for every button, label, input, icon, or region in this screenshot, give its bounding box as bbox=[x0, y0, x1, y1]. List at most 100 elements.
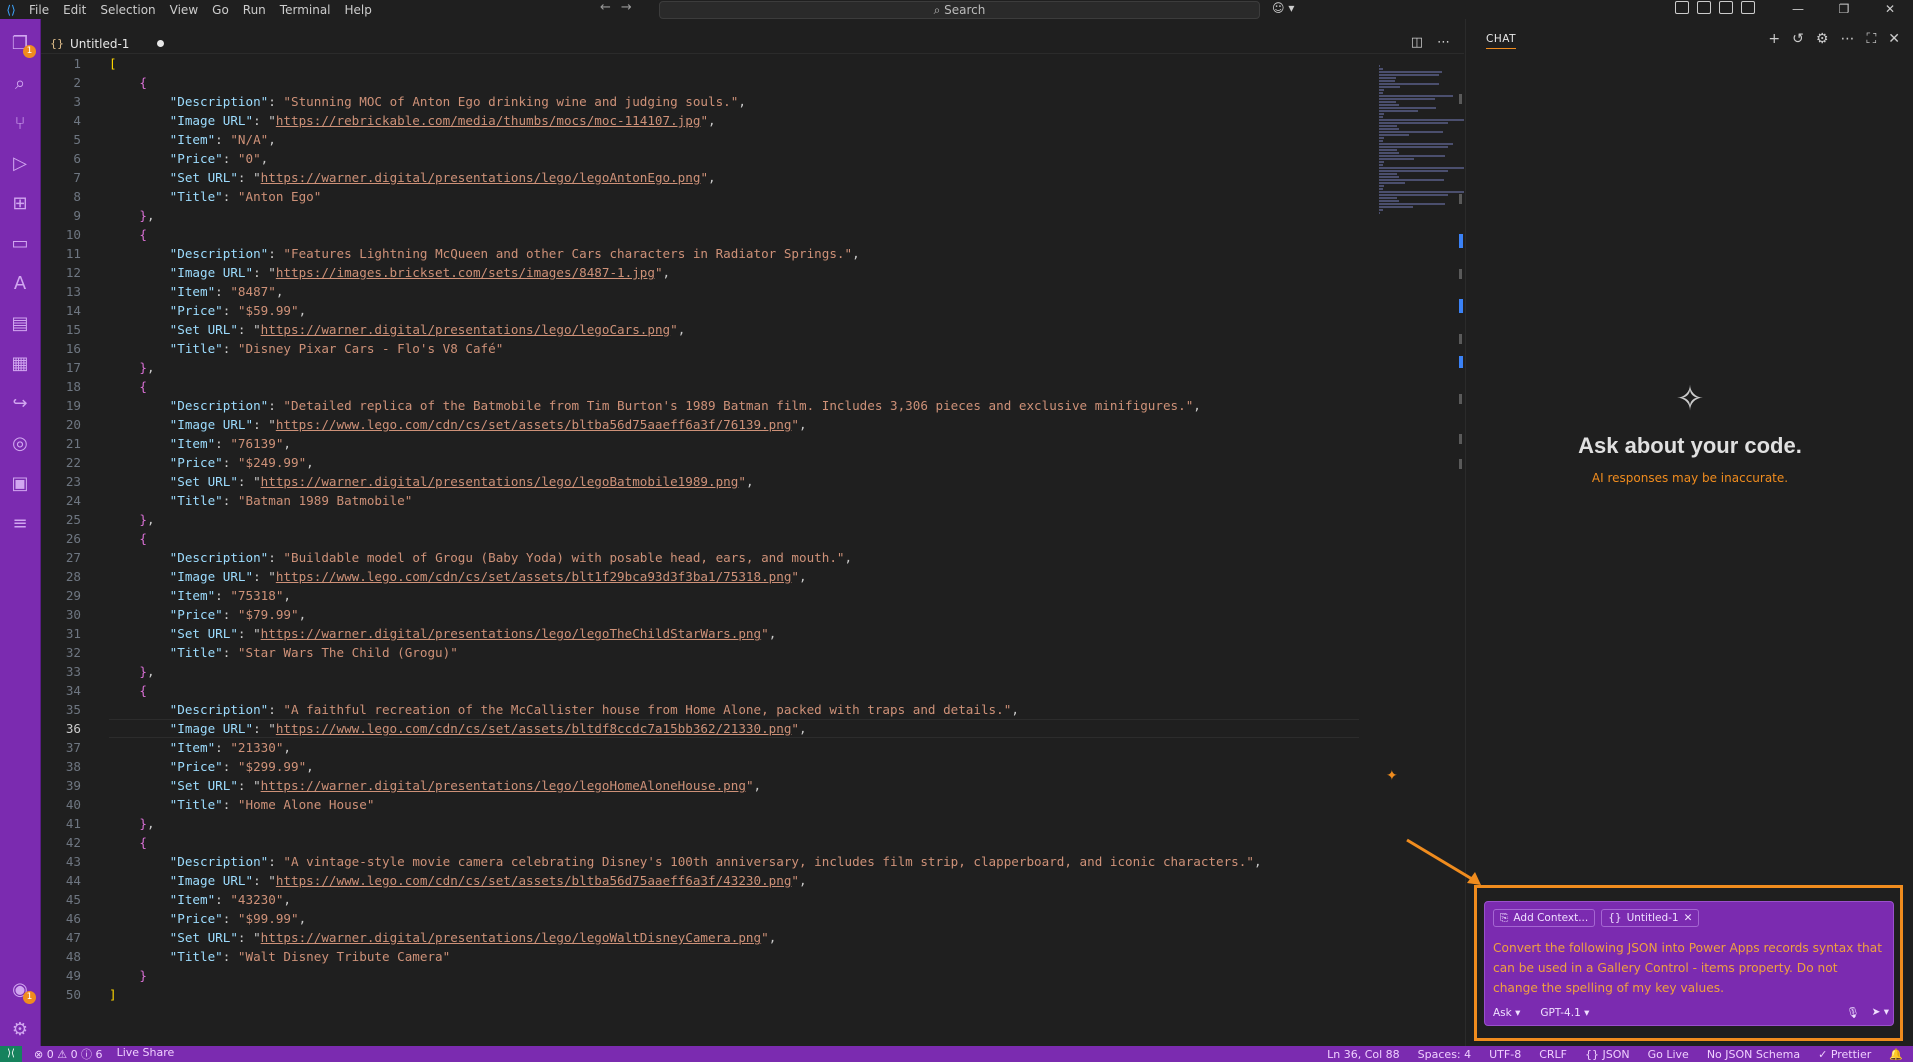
code-line[interactable]: "Price": "0", bbox=[109, 149, 1359, 168]
code-line[interactable]: "Price": "$59.99", bbox=[109, 301, 1359, 320]
maximize-icon[interactable]: ⛶ bbox=[1866, 31, 1876, 47]
php-icon[interactable]: ▦ bbox=[8, 351, 32, 375]
toggle-primary-sidebar-icon[interactable] bbox=[1697, 1, 1711, 14]
go-live-button[interactable]: Go Live bbox=[1648, 1048, 1689, 1061]
code-line[interactable]: { bbox=[109, 377, 1359, 396]
send-icon[interactable]: ➤ ▾ bbox=[1872, 1006, 1889, 1019]
search-view-icon[interactable]: ⌕ bbox=[8, 71, 32, 95]
add-context-button[interactable]: ⎘ Add Context... bbox=[1493, 909, 1596, 927]
problems-indicator[interactable]: ⊗ 0 ⚠ 0 ⓘ 6 bbox=[34, 1046, 103, 1062]
more-actions-icon[interactable]: ⋯ bbox=[1437, 35, 1450, 50]
code-line[interactable]: "Image URL": "https://www.lego.com/cdn/c… bbox=[109, 567, 1359, 586]
code-content[interactable]: [ { "Description": "Stunning MOC of Anto… bbox=[109, 54, 1359, 1004]
chat-tab[interactable]: CHAT bbox=[1486, 33, 1517, 49]
folders-icon[interactable]: ▣ bbox=[8, 471, 32, 495]
code-line[interactable]: "Description": "Buildable model of Grogu… bbox=[109, 548, 1359, 567]
url-link[interactable]: https://www.lego.com/cdn/cs/set/assets/b… bbox=[276, 873, 792, 888]
code-line[interactable]: "Title": "Anton Ego" bbox=[109, 187, 1359, 206]
forward-arrow-icon[interactable]: → bbox=[621, 0, 632, 15]
url-link[interactable]: https://warner.digital/presentations/leg… bbox=[261, 930, 761, 945]
code-line[interactable]: "Image URL": "https://www.lego.com/cdn/c… bbox=[109, 415, 1359, 434]
encoding[interactable]: UTF-8 bbox=[1489, 1048, 1521, 1061]
settings-gear-icon[interactable]: ⚙ bbox=[8, 1017, 32, 1041]
live-share-status[interactable]: Live Share bbox=[117, 1046, 175, 1062]
code-line[interactable]: }, bbox=[109, 206, 1359, 225]
url-link[interactable]: https://images.brickset.com/sets/images/… bbox=[276, 265, 655, 280]
code-line[interactable]: "Set URL": "https://warner.digital/prese… bbox=[109, 928, 1359, 947]
code-line[interactable]: "Item": "75318", bbox=[109, 586, 1359, 605]
code-line[interactable]: { bbox=[109, 681, 1359, 700]
code-line[interactable]: }, bbox=[109, 358, 1359, 377]
remove-attachment-icon[interactable]: ✕ bbox=[1684, 912, 1693, 924]
menu-view[interactable]: View bbox=[163, 3, 205, 17]
accounts-icon[interactable]: ◉ 1 bbox=[8, 977, 36, 1004]
code-line[interactable]: "Set URL": "https://warner.digital/prese… bbox=[109, 472, 1359, 491]
code-line[interactable]: "Set URL": "https://warner.digital/prese… bbox=[109, 776, 1359, 795]
close-chat-icon[interactable]: ✕ bbox=[1888, 31, 1900, 47]
code-line[interactable]: "Title": "Walt Disney Tribute Camera" bbox=[109, 947, 1359, 966]
menu-help[interactable]: Help bbox=[338, 3, 379, 17]
code-line[interactable]: { bbox=[109, 833, 1359, 852]
split-editor-icon[interactable]: ◫ bbox=[1411, 35, 1423, 50]
url-link[interactable]: https://www.lego.com/cdn/cs/set/assets/b… bbox=[276, 569, 792, 584]
code-line[interactable]: "Price": "$249.99", bbox=[109, 453, 1359, 472]
run-debug-icon[interactable]: ▷ bbox=[8, 151, 32, 175]
code-line[interactable]: "Item": "43230", bbox=[109, 890, 1359, 909]
notifications-bell-icon[interactable]: 🔔 bbox=[1889, 1048, 1903, 1061]
history-icon[interactable]: ↺ bbox=[1792, 31, 1804, 47]
code-line[interactable]: { bbox=[109, 529, 1359, 548]
prettier-status[interactable]: ✓ Prettier bbox=[1818, 1048, 1871, 1061]
remote-indicator-icon[interactable]: ⟩⟨ bbox=[0, 1046, 22, 1062]
language-mode[interactable]: {} JSON bbox=[1585, 1048, 1630, 1061]
overview-ruler[interactable] bbox=[1457, 94, 1463, 594]
code-line[interactable]: "Description": "Detailed replica of the … bbox=[109, 396, 1359, 415]
docs-icon[interactable]: ≡ bbox=[8, 511, 32, 535]
code-line[interactable]: ] bbox=[109, 985, 1359, 1004]
toggle-secondary-sidebar-icon[interactable] bbox=[1741, 1, 1755, 14]
url-link[interactable]: https://warner.digital/presentations/leg… bbox=[261, 170, 701, 185]
code-line[interactable]: "Item": "N/A", bbox=[109, 130, 1359, 149]
toggle-panel-icon[interactable] bbox=[1719, 1, 1733, 14]
url-link[interactable]: https://rebrickable.com/media/thumbs/moc… bbox=[276, 113, 701, 128]
close-window-icon[interactable]: ✕ bbox=[1867, 0, 1913, 18]
url-link[interactable]: https://www.lego.com/cdn/cs/set/assets/b… bbox=[276, 417, 792, 432]
code-line[interactable]: "Set URL": "https://warner.digital/prese… bbox=[109, 168, 1359, 187]
mode-picker[interactable]: Ask ▾ bbox=[1493, 1007, 1520, 1019]
extensions-icon[interactable]: ⊞ bbox=[8, 191, 32, 215]
command-center-search[interactable]: ⌕ Search bbox=[659, 1, 1260, 19]
indentation[interactable]: Spaces: 4 bbox=[1418, 1048, 1471, 1061]
code-line[interactable]: "Image URL": "https://www.lego.com/cdn/c… bbox=[109, 871, 1359, 890]
code-line[interactable]: "Item": "21330", bbox=[109, 738, 1359, 757]
code-line[interactable]: "Price": "$299.99", bbox=[109, 757, 1359, 776]
code-line[interactable]: "Description": "A vintage-style movie ca… bbox=[109, 852, 1359, 871]
explorer-icon[interactable]: ❐ 1 bbox=[8, 31, 36, 58]
code-line[interactable]: "Item": "76139", bbox=[109, 434, 1359, 453]
code-line[interactable]: }, bbox=[109, 662, 1359, 681]
code-line[interactable]: "Item": "8487", bbox=[109, 282, 1359, 301]
end-of-line[interactable]: CRLF bbox=[1539, 1048, 1567, 1061]
url-link[interactable]: https://warner.digital/presentations/leg… bbox=[261, 474, 739, 489]
chat-settings-gear-icon[interactable]: ⚙ bbox=[1816, 31, 1829, 47]
source-control-icon[interactable]: ⑂ bbox=[8, 111, 32, 135]
menu-terminal[interactable]: Terminal bbox=[273, 3, 338, 17]
code-line[interactable]: { bbox=[109, 73, 1359, 92]
code-line[interactable]: "Set URL": "https://warner.digital/prese… bbox=[109, 624, 1359, 643]
minimize-icon[interactable]: — bbox=[1775, 0, 1821, 18]
code-line[interactable]: { bbox=[109, 225, 1359, 244]
code-line[interactable]: "Image URL": "https://www.lego.com/cdn/c… bbox=[109, 719, 1359, 738]
minimap[interactable] bbox=[1379, 64, 1464, 214]
attached-file-chip[interactable]: {} Untitled-1 ✕ bbox=[1601, 909, 1700, 927]
code-line[interactable]: "Title": "Home Alone House" bbox=[109, 795, 1359, 814]
code-line[interactable]: "Description": "A faithful recreation of… bbox=[109, 700, 1359, 719]
url-link[interactable]: https://warner.digital/presentations/leg… bbox=[261, 322, 670, 337]
json-schema-status[interactable]: No JSON Schema bbox=[1707, 1048, 1800, 1061]
copilot-menu-icon[interactable]: ☺ ▾ bbox=[1272, 1, 1294, 15]
tab-untitled-1[interactable]: {} Untitled-1 bbox=[50, 33, 165, 54]
url-link[interactable]: https://warner.digital/presentations/leg… bbox=[261, 626, 761, 641]
code-line[interactable]: [ bbox=[109, 54, 1359, 73]
unsaved-dot-icon[interactable] bbox=[157, 40, 165, 47]
chat-more-icon[interactable]: ⋯ bbox=[1840, 31, 1854, 47]
code-line[interactable]: "Image URL": "https://rebrickable.com/me… bbox=[109, 111, 1359, 130]
url-link[interactable]: https://www.lego.com/cdn/cs/set/assets/b… bbox=[276, 721, 792, 736]
new-chat-icon[interactable]: + bbox=[1768, 31, 1780, 47]
